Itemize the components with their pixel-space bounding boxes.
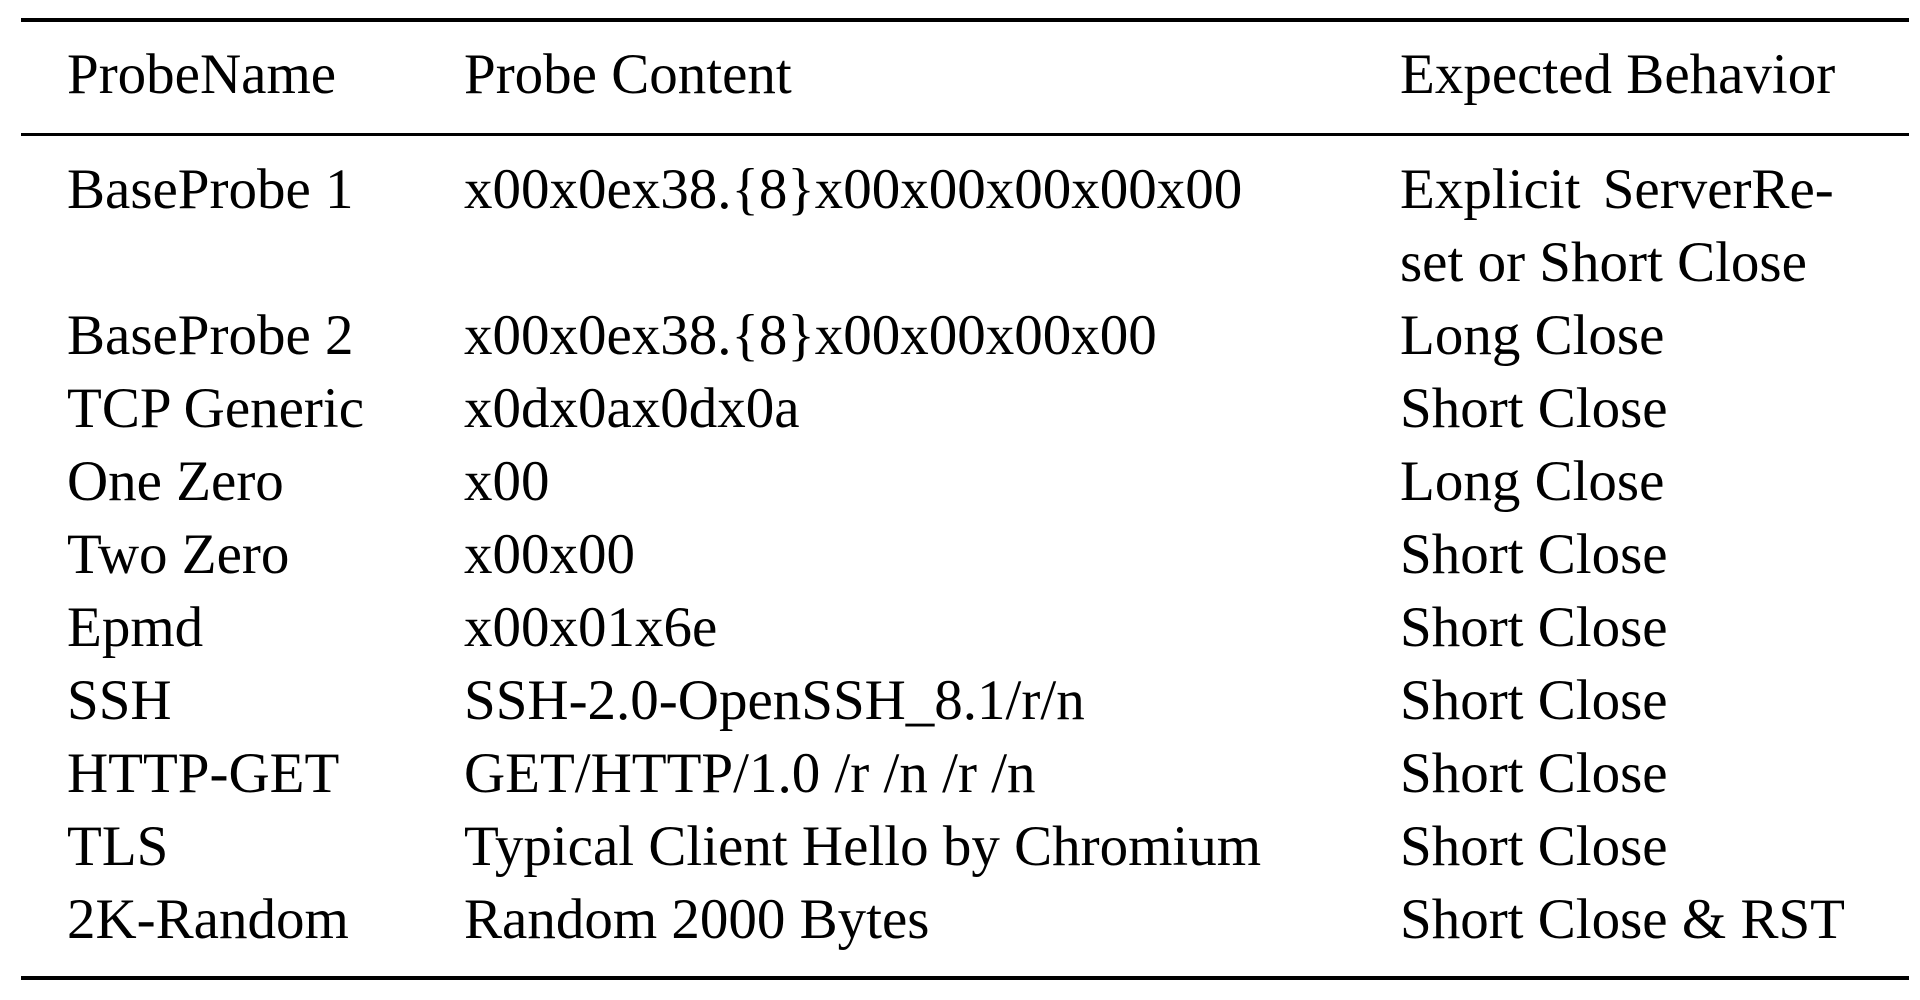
probe-name: TCP Generic <box>67 377 365 440</box>
probe-content: x00x00 <box>464 523 635 586</box>
expected-behavior: Short Close <box>1400 377 1668 440</box>
header-expected-behavior: Expected Behavior <box>1400 43 1836 106</box>
header-probe-content: Probe Content <box>464 43 792 106</box>
expected-behavior: Short Close & RST <box>1400 888 1845 951</box>
expected-behavior: Explicit ServerRe- <box>1400 158 1834 221</box>
probe-name: Epmd <box>67 596 204 659</box>
table-header-rule <box>21 133 1909 136</box>
probe-name: One Zero <box>67 450 284 513</box>
probe-content: Typical Client Hello by Chromium <box>464 815 1262 878</box>
probe-name: HTTP-GET <box>67 742 340 805</box>
expected-behavior: Short Close <box>1400 596 1668 659</box>
table-top-rule <box>21 18 1909 22</box>
expected-behavior: Short Close <box>1400 815 1668 878</box>
probe-name: Two Zero <box>67 523 290 586</box>
probe-content: Random 2000 Bytes <box>464 888 930 951</box>
probe-content: x00x0ex38.{8}x00x00x00x00x00 <box>464 158 1243 221</box>
probe-name: TLS <box>67 815 169 878</box>
probe-name: 2K-Random <box>67 888 349 951</box>
probe-name: SSH <box>67 669 172 732</box>
expected-behavior-continued: set or Short Close <box>1400 231 1807 294</box>
probe-content: x00 <box>464 450 550 513</box>
probe-name: BaseProbe 1 <box>67 158 354 221</box>
expected-behavior: Long Close <box>1400 304 1665 367</box>
probe-content: x0dx0ax0dx0a <box>464 377 800 440</box>
expected-behavior: Short Close <box>1400 523 1668 586</box>
probe-name: BaseProbe 2 <box>67 304 354 367</box>
header-probe-name: ProbeName <box>67 43 337 106</box>
expected-behavior: Short Close <box>1400 669 1668 732</box>
table-bottom-rule <box>21 976 1909 980</box>
expected-behavior: Short Close <box>1400 742 1668 805</box>
probe-content: x00x01x6e <box>464 596 718 659</box>
probe-content: x00x0ex38.{8}x00x00x00x00 <box>464 304 1157 367</box>
expected-behavior: Long Close <box>1400 450 1665 513</box>
probe-content: SSH-2.0-OpenSSH_8.1/r/n <box>464 669 1085 732</box>
probe-content: GET/HTTP/1.0 /r /n /r /n <box>464 742 1036 805</box>
